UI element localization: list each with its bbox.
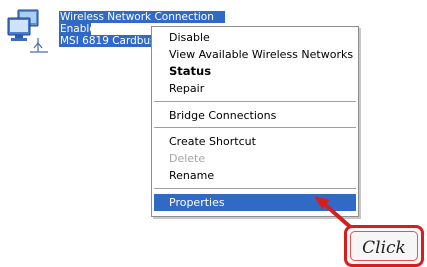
menu-item-create-shortcut[interactable]: Create Shortcut: [154, 133, 356, 150]
menu-item-properties[interactable]: Properties: [154, 194, 356, 211]
menu-item-repair[interactable]: Repair: [154, 80, 356, 97]
menu-item-rename[interactable]: Rename: [154, 167, 356, 184]
menu-separator: [154, 127, 356, 128]
menu-separator: [154, 101, 356, 102]
click-callout: Click: [344, 225, 424, 267]
connection-status: Enabled: [59, 23, 103, 35]
menu-item-status[interactable]: Status: [154, 63, 356, 80]
menu-item-delete: Delete: [169, 152, 206, 165]
context-menu: Disable View Available Wireless Networks…: [151, 26, 359, 217]
connection-device: MSI 6819 Cardbus: [59, 35, 156, 47]
connection-name: Wireless Network Connection: [59, 11, 225, 23]
menu-item-view-networks[interactable]: View Available Wireless Networks: [154, 46, 356, 63]
menu-separator: [154, 188, 356, 189]
menu-item-bridge-connections[interactable]: Bridge Connections: [154, 107, 356, 124]
network-adapter-icon: [7, 9, 48, 53]
click-label: Click: [362, 238, 406, 258]
menu-item-disable[interactable]: Disable: [154, 29, 356, 46]
